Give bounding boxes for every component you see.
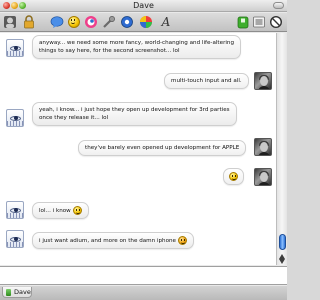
contact-avatar <box>6 201 24 219</box>
contact-green-icon[interactable] <box>236 15 250 29</box>
grin-emoticon-icon <box>177 236 187 245</box>
message-text: they've barely even opened up developmen… <box>85 145 240 151</box>
contact-status-icon <box>6 289 11 296</box>
scrollbar-thumb[interactable] <box>279 234 286 250</box>
message-text: i just want adium, and more on the damn … <box>39 238 177 244</box>
message-bubble: multi-touch input and all. <box>164 73 249 89</box>
message-bubble: yeah, i know... i just hope they open up… <box>32 102 237 126</box>
message-text: lol... i know <box>39 208 71 214</box>
message-text: yeah, i know... i just hope they open up… <box>39 107 230 113</box>
tab-bar: Dave <box>0 286 287 300</box>
lock-icon[interactable] <box>22 15 36 29</box>
smiley-emoticon-icon <box>72 206 82 215</box>
window-title: Dave <box>133 1 154 10</box>
own-avatar <box>254 168 272 186</box>
scroll-down-arrow-icon[interactable] <box>279 259 285 264</box>
block-icon[interactable] <box>269 15 283 29</box>
toolbar-toggle-button[interactable] <box>273 2 284 9</box>
color-wheel-icon[interactable] <box>139 15 153 29</box>
user-info-icon[interactable] <box>3 15 17 29</box>
message-text: anyway... we need some more fancy, world… <box>39 40 235 46</box>
chat-scrollbar[interactable] <box>276 33 287 265</box>
smiley-emoticon-icon <box>229 172 238 181</box>
settings-gear-icon[interactable] <box>120 15 134 29</box>
message-input[interactable] <box>0 266 287 285</box>
contact-avatar <box>6 230 24 248</box>
tab-dave[interactable]: Dave <box>2 287 32 298</box>
chat-bubble-icon[interactable] <box>50 15 64 29</box>
own-avatar <box>254 138 272 156</box>
font-icon[interactable]: A <box>159 15 173 29</box>
message-bubble <box>223 168 244 185</box>
message-bubble: lol... i know <box>32 202 89 219</box>
message-bubble: i just want adium, and more on the damn … <box>32 232 194 249</box>
message-bubble: anyway... we need some more fancy, world… <box>32 35 242 59</box>
contact-avatar <box>6 109 24 127</box>
message-text: multi-touch input and all. <box>171 78 242 84</box>
own-avatar <box>254 72 272 90</box>
message-text: things to say here, for the second scree… <box>39 48 180 54</box>
tools-icon[interactable] <box>102 15 116 29</box>
toolbar: A <box>0 13 287 32</box>
chat-window: Dave A anyway... we need some more fancy… <box>0 0 287 300</box>
color-face-icon[interactable] <box>84 15 98 29</box>
tab-label: Dave <box>14 288 31 296</box>
message-view[interactable]: anyway... we need some more fancy, world… <box>0 33 276 265</box>
message-bubble: they've barely even opened up developmen… <box>78 140 247 156</box>
send-file-icon[interactable] <box>252 15 266 29</box>
contact-avatar <box>6 39 24 57</box>
smiley-icon[interactable] <box>67 15 81 29</box>
message-text: once they release it... lol <box>39 115 109 121</box>
title-bar[interactable]: Dave <box>0 0 287 12</box>
